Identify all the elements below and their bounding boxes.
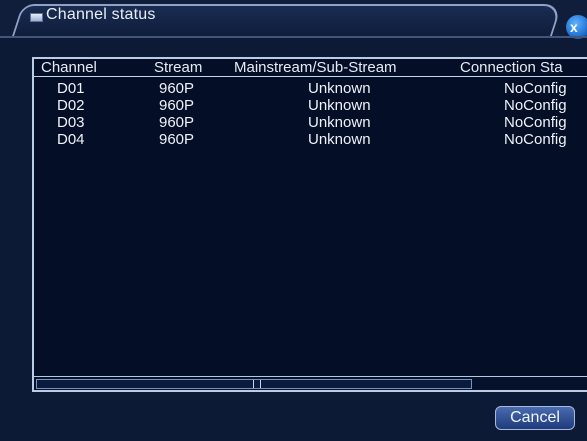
cell-stream: 960P	[159, 114, 195, 131]
cell-channel: D03	[57, 114, 85, 131]
cell-connection-status: NoConfig	[504, 131, 567, 148]
window-icon	[30, 13, 43, 22]
cell-mainstream-sub-stream: Unknown	[308, 80, 371, 97]
column-header-stream[interactable]: Stream	[154, 59, 202, 76]
scrollbar-thumb[interactable]	[36, 379, 472, 389]
table-row[interactable]: D03 960P Unknown NoConfig	[34, 114, 587, 131]
column-header-mainstream-sub-stream[interactable]: Mainstream/Sub-Stream	[234, 59, 397, 76]
cell-channel: D01	[57, 80, 85, 97]
column-header-channel[interactable]: Channel	[41, 59, 97, 76]
column-header-connection-status[interactable]: Connection Sta	[460, 59, 563, 76]
cell-mainstream-sub-stream: Unknown	[308, 131, 371, 148]
cell-mainstream-sub-stream: Unknown	[308, 97, 371, 114]
cell-channel: D02	[57, 97, 85, 114]
title-divider	[0, 36, 587, 38]
cell-stream: 960P	[159, 97, 195, 114]
window-title: Channel status	[46, 6, 156, 23]
cell-channel: D04	[57, 131, 85, 148]
table-row[interactable]: D01 960P Unknown NoConfig	[34, 80, 587, 97]
cell-stream: 960P	[159, 131, 195, 148]
scrollbar-grip-icon	[253, 380, 261, 388]
title-bar: Channel status x	[0, 0, 587, 39]
title-area: Channel status	[30, 4, 156, 26]
cell-connection-status: NoConfig	[504, 80, 567, 97]
table-row[interactable]: D02 960P Unknown NoConfig	[34, 97, 587, 114]
channel-status-window: Channel status x Channel Stream Mainstre…	[0, 0, 587, 441]
cell-mainstream-sub-stream: Unknown	[308, 114, 371, 131]
horizontal-scrollbar[interactable]	[34, 376, 587, 390]
cell-connection-status: NoConfig	[504, 97, 567, 114]
cell-connection-status: NoConfig	[504, 114, 567, 131]
table-row[interactable]: D04 960P Unknown NoConfig	[34, 131, 587, 148]
channel-list: Channel Stream Mainstream/Sub-Stream Con…	[32, 57, 587, 392]
table-header: Channel Stream Mainstream/Sub-Stream Con…	[34, 59, 587, 77]
cell-stream: 960P	[159, 80, 195, 97]
cancel-button[interactable]: Cancel	[495, 406, 575, 430]
